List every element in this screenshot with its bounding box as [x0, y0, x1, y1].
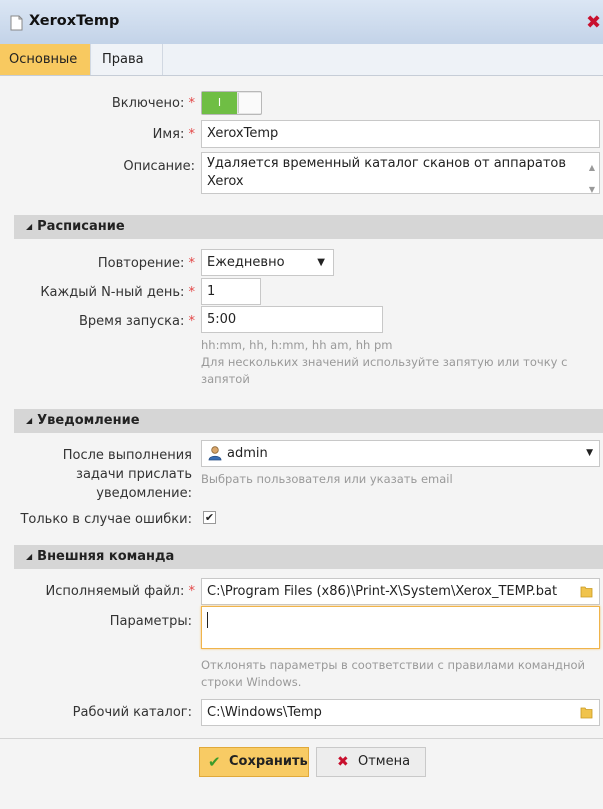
name-label: Имя: *	[152, 127, 195, 142]
description-textarea[interactable]: Удаляется временный каталог сканов от ап…	[201, 152, 600, 194]
recipient-value: admin	[227, 446, 268, 461]
x-icon: ✖	[337, 754, 349, 770]
params-hint: Отклонять параметры в соответствии с пра…	[201, 658, 586, 689]
description-line2: Xerox	[207, 174, 244, 189]
tab-general[interactable]: Основные	[0, 44, 91, 75]
text-cursor	[207, 612, 208, 628]
scroll-up-icon[interactable]: ▲	[585, 159, 599, 177]
repeat-select[interactable]: Ежедневно ▼	[201, 249, 334, 276]
toggle-knob	[238, 93, 261, 113]
description-label: Описание:	[123, 159, 195, 174]
folder-icon[interactable]	[580, 584, 593, 598]
save-button[interactable]: ✔ Сохранить	[199, 747, 309, 777]
tab-bar: Основные Права	[0, 44, 603, 76]
save-label: Сохранить	[229, 754, 308, 769]
cancel-label: Отмена	[358, 754, 411, 769]
enabled-label: Включено: *	[111, 96, 195, 111]
user-icon	[208, 446, 222, 461]
window-title: XeroxTemp	[29, 13, 120, 29]
params-label: Параметры:	[109, 614, 192, 629]
workdir-value: C:\Windows\Temp	[207, 705, 322, 720]
footer-divider	[0, 738, 603, 739]
name-input[interactable]: XeroxTemp	[201, 120, 600, 148]
errors-only-label: Только в случае ошибки:	[20, 512, 192, 527]
textarea-scrollbar[interactable]: ▲ ▼	[585, 153, 599, 194]
title-bar: XeroxTemp ✖	[0, 0, 603, 45]
collapse-triangle-icon: ◢	[26, 416, 33, 425]
exe-label: Исполняемый файл: *	[45, 584, 195, 599]
repeat-select-value: Ежедневно	[207, 255, 285, 270]
section-external-command[interactable]: ◢ Внешняя команда	[14, 545, 603, 569]
every-n-input[interactable]: 1	[201, 278, 261, 305]
send-notification-label: После выполнения задачи прислать уведомл…	[62, 448, 192, 501]
errors-only-checkbox[interactable]: ✔	[203, 511, 216, 524]
tab-permissions[interactable]: Права	[93, 44, 163, 75]
recipient-hint: Выбрать пользователя или указать email	[201, 472, 453, 486]
recipient-select[interactable]: admin ▼	[201, 440, 600, 467]
chevron-down-icon: ▼	[317, 257, 325, 268]
start-time-label: Время запуска: *	[79, 314, 195, 329]
chevron-down-icon: ▼	[586, 448, 593, 458]
close-icon[interactable]: ✖	[586, 12, 601, 33]
repeat-label: Повторение: *	[97, 256, 195, 271]
workdir-input[interactable]: C:\Windows\Temp	[201, 699, 600, 726]
section-notification[interactable]: ◢ Уведомление	[14, 409, 603, 433]
enabled-toggle[interactable]: I	[201, 91, 262, 115]
description-line1: Удаляется временный каталог сканов от ап…	[207, 156, 567, 171]
scroll-down-icon[interactable]: ▼	[585, 181, 599, 199]
params-input[interactable]	[201, 606, 600, 649]
document-icon	[10, 15, 23, 31]
exe-input[interactable]: C:\Program Files (x86)\Print-X\System\Xe…	[201, 578, 600, 605]
workdir-label: Рабочий каталог:	[72, 705, 192, 720]
exe-value: C:\Program Files (x86)\Print-X\System\Xe…	[207, 584, 558, 599]
every-n-label: Каждый N-ный день: *	[40, 285, 195, 300]
collapse-triangle-icon: ◢	[26, 222, 33, 231]
collapse-triangle-icon: ◢	[26, 552, 33, 561]
section-schedule[interactable]: ◢ Расписание	[14, 215, 603, 239]
toggle-on-indicator: I	[202, 92, 237, 114]
start-time-hint: hh:mm, hh, h:mm, hh am, hh pm Для нескол…	[201, 338, 568, 386]
cancel-button[interactable]: ✖ Отмена	[316, 747, 426, 777]
start-time-input[interactable]: 5:00	[201, 306, 383, 333]
checkmark-icon: ✔	[208, 753, 221, 771]
folder-icon[interactable]	[580, 705, 593, 719]
